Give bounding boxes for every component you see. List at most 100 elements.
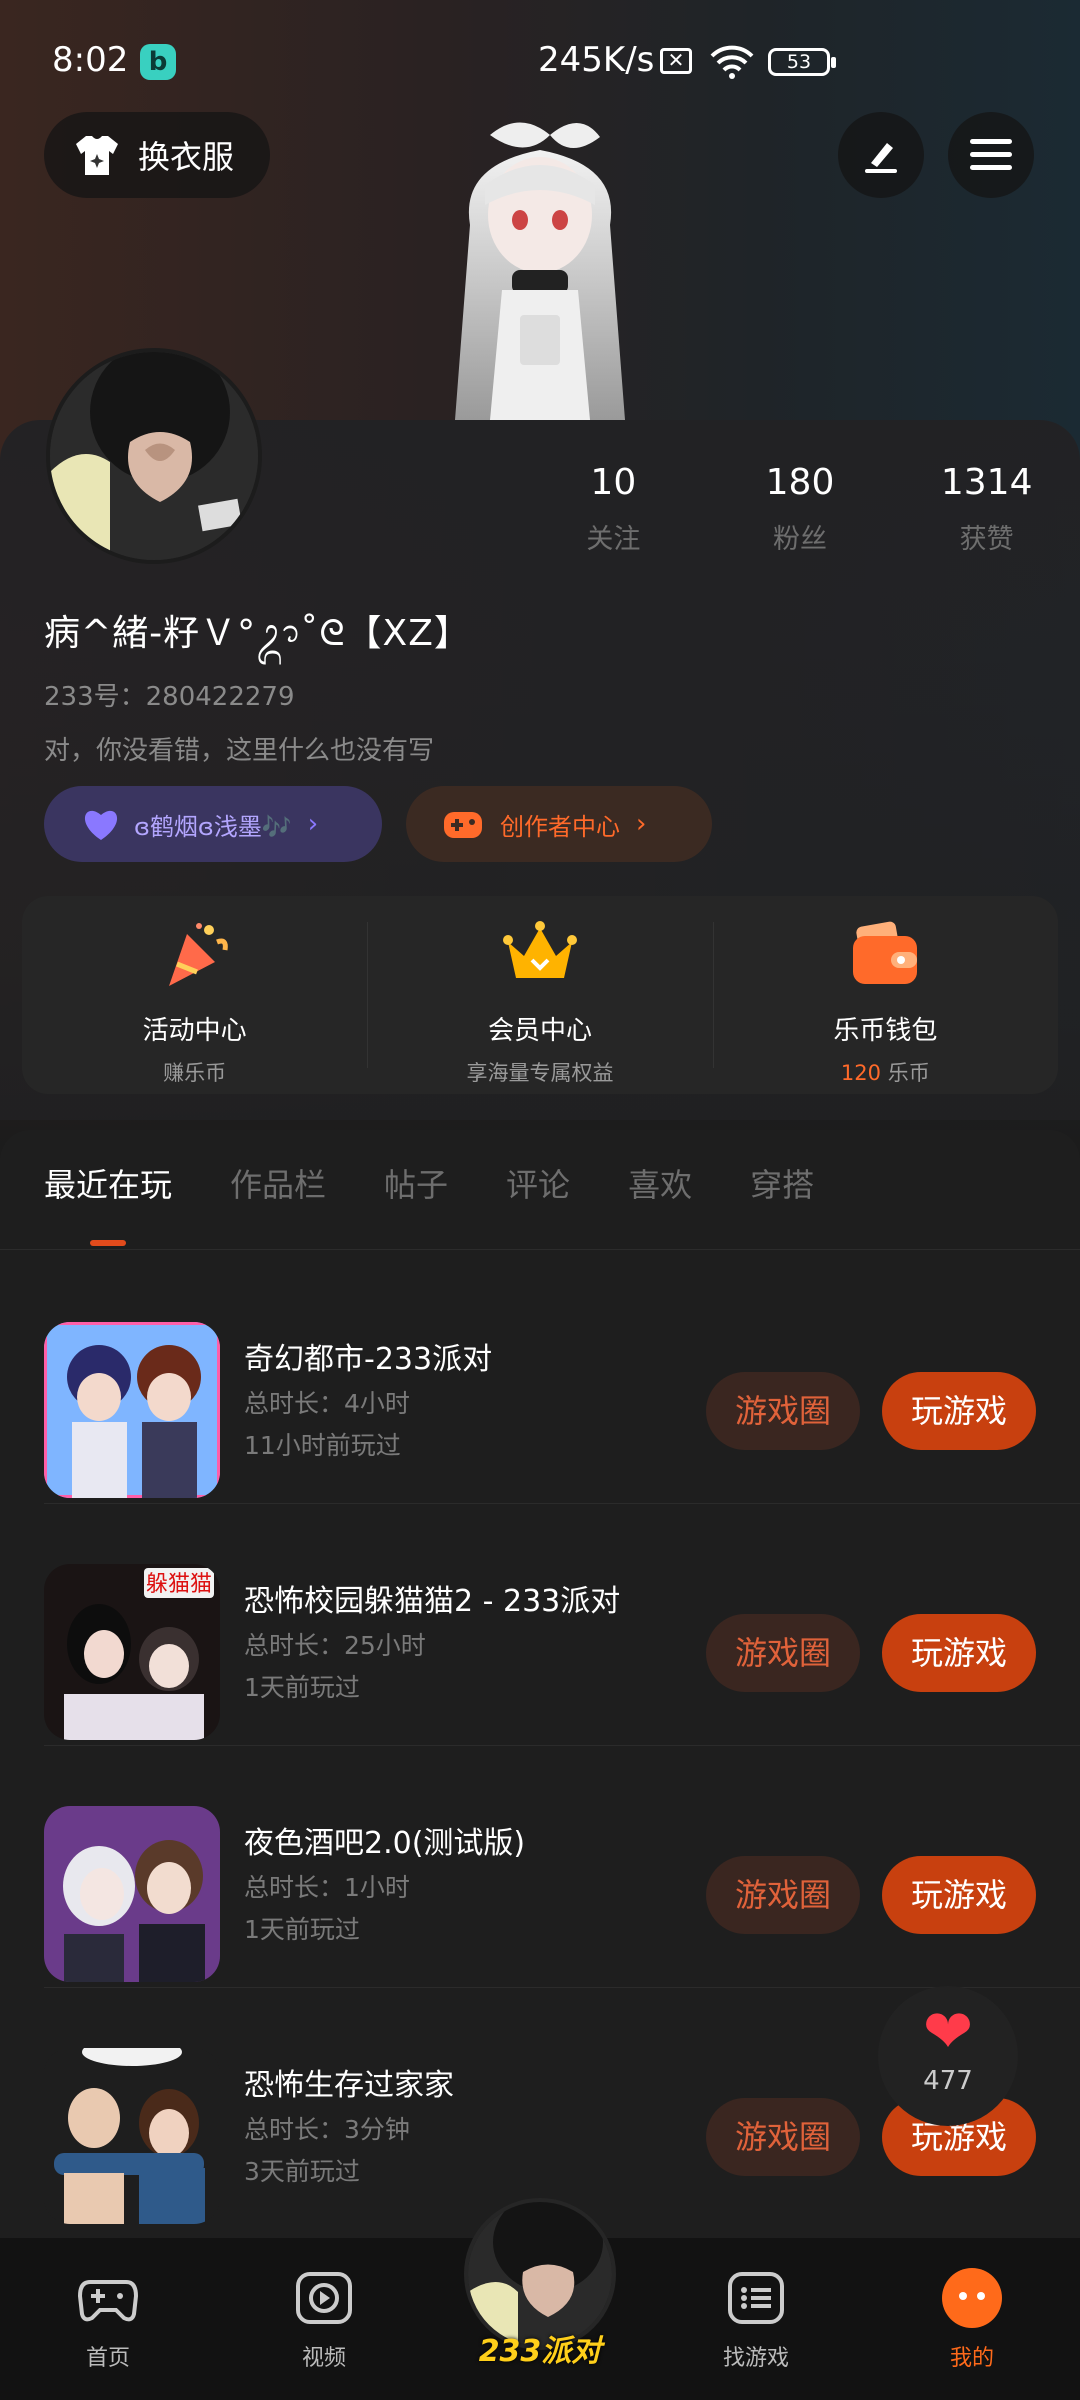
- gamepad-icon: [444, 812, 482, 838]
- stat-followers[interactable]: 180 粉丝: [707, 462, 894, 556]
- list-item[interactable]: 奇幻都市-233派对 总时长：4小时 11小时前玩过 游戏圈 玩游戏: [0, 1262, 1080, 1504]
- profile-stats: 10 关注 180 粉丝 1314 获赞: [520, 462, 1080, 556]
- game-thumbnail: [44, 1322, 220, 1498]
- menu-icon: [970, 139, 1012, 170]
- pen-icon: [865, 143, 897, 173]
- game-thumbnail: [44, 2048, 220, 2224]
- network-speed: 245K/s: [538, 40, 655, 80]
- game-last-played: 1天前玩过: [244, 1915, 360, 1944]
- game-thumbnail: [44, 1806, 220, 1982]
- tab-outfits[interactable]: 穿搭: [750, 1160, 814, 1250]
- avatar-character-figure: [455, 122, 625, 420]
- game-name: 奇幻都市-233派对: [244, 1342, 493, 1377]
- stat-following-label: 关注: [586, 524, 641, 555]
- gamepad-icon: [77, 2280, 139, 2322]
- nav-find-games[interactable]: 找游戏: [696, 2266, 816, 2372]
- battery-icon: 53: [768, 48, 836, 76]
- heart-icon: ❤: [922, 1997, 974, 2067]
- nav-mine[interactable]: 我的: [912, 2266, 1032, 2372]
- floating-like-button[interactable]: ❤ 477: [878, 1986, 1018, 2126]
- chevron-right-icon: ›: [636, 809, 647, 839]
- coin-unit: 乐币: [887, 1061, 930, 1085]
- wifi-icon: [710, 45, 754, 79]
- coin-wallet-sub: 120 乐币: [713, 1057, 1058, 1087]
- game-circle-button[interactable]: 游戏圈: [706, 1372, 860, 1450]
- tabs-divider: [0, 1249, 1080, 1250]
- user-avatar[interactable]: [46, 348, 262, 564]
- shirt-icon: [76, 136, 118, 175]
- game-last-played: 1天前玩过: [244, 1673, 360, 1702]
- play-game-button[interactable]: 玩游戏: [882, 1614, 1036, 1692]
- status-time: 8:02: [52, 40, 129, 80]
- play-game-button[interactable]: 玩游戏: [882, 1856, 1036, 1934]
- play-video-icon: [296, 2272, 352, 2324]
- profile-tabs: 最近在玩 作品栏 帖子 评论 喜欢 穿搭: [0, 1160, 1080, 1250]
- nav-mine-label: 我的: [949, 2346, 994, 2371]
- edit-button[interactable]: [838, 112, 924, 198]
- game-last-played: 3天前玩过: [244, 2157, 360, 2186]
- coin-balance: 120: [840, 1061, 882, 1085]
- list-item[interactable]: 躲猫猫 恐怖校园躲猫猫2 - 233派对 总时长：25小时 1天前玩过 游戏圈 …: [0, 1504, 1080, 1746]
- tab-posts[interactable]: 帖子: [384, 1160, 448, 1250]
- change-outfit-button[interactable]: 换衣服: [44, 112, 270, 198]
- vip-center[interactable]: 会员中心 享海量专属权益: [367, 896, 712, 1094]
- game-thumb-text: 躲猫猫: [146, 1572, 212, 1597]
- stat-following[interactable]: 10 关注: [520, 462, 707, 556]
- game-thumbnail: 躲猫猫: [44, 1564, 220, 1740]
- crown-icon: [502, 921, 577, 978]
- game-name: 恐怖校园躲猫猫2 - 233派对: [244, 1584, 621, 1619]
- play-game-button[interactable]: 玩游戏: [882, 1372, 1036, 1450]
- app-notification-icon: b: [140, 44, 176, 80]
- game-circle-button[interactable]: 游戏圈: [706, 1856, 860, 1934]
- nav-find-games-label: 找游戏: [722, 2346, 789, 2371]
- wallet-icon: [853, 921, 918, 984]
- stat-likes-label: 获赞: [959, 524, 1014, 555]
- nav-party-label: 233派对: [478, 2334, 602, 2369]
- game-last-played: 11小时前玩过: [244, 1431, 401, 1460]
- game-duration: 总时长：25小时: [244, 1631, 426, 1660]
- heart-icon: [84, 810, 118, 840]
- group-chip[interactable]: ɞ鹤烟ɞ浅墨🎶 ›: [44, 786, 382, 862]
- game-duration: 总时长：4小时: [244, 1389, 410, 1418]
- chevron-right-icon: ›: [307, 809, 319, 839]
- no-sim-icon: ✕: [660, 48, 692, 74]
- game-duration: 总时长：3分钟: [244, 2115, 410, 2144]
- party-popper-icon: [168, 923, 228, 986]
- stat-followers-value: 180: [765, 462, 835, 503]
- coin-wallet-label: 乐币钱包: [833, 1016, 938, 1046]
- activity-center[interactable]: 活动中心 赚乐币: [22, 896, 367, 1094]
- change-outfit-label: 换衣服: [138, 138, 235, 176]
- avatar-photo: [50, 352, 258, 560]
- nav-home[interactable]: 首页: [48, 2266, 168, 2372]
- game-circle-button[interactable]: 游戏圈: [706, 2098, 860, 2176]
- tab-works[interactable]: 作品栏: [230, 1160, 326, 1250]
- list-item[interactable]: 夜色酒吧2.0(测试版) 总时长：1小时 1天前玩过 游戏圈 玩游戏: [0, 1746, 1080, 1988]
- nav-video-label: 视频: [301, 2346, 346, 2371]
- group-chip-label: ɞ鹤烟ɞ浅墨🎶: [134, 812, 292, 841]
- tab-comments[interactable]: 评论: [506, 1160, 570, 1250]
- stat-following-value: 10: [590, 462, 637, 503]
- game-circle-button[interactable]: 游戏圈: [706, 1614, 860, 1692]
- game-name: 夜色酒吧2.0(测试版): [244, 1826, 526, 1861]
- tab-likes[interactable]: 喜欢: [628, 1160, 692, 1250]
- stat-likes-value: 1314: [940, 462, 1033, 503]
- vip-center-label: 会员中心: [487, 1016, 592, 1046]
- stat-followers-label: 粉丝: [773, 524, 827, 555]
- activity-center-sub: 赚乐币: [163, 1061, 227, 1085]
- activity-center-label: 活动中心: [142, 1016, 247, 1046]
- user-bio: 对，你没看错，这里什么也没有写: [44, 736, 435, 766]
- creator-center-chip[interactable]: 创作者中心 ›: [406, 786, 712, 862]
- vip-center-sub: 享海量专属权益: [466, 1061, 614, 1085]
- tab-recently-played[interactable]: 最近在玩: [44, 1160, 172, 1250]
- game-name: 恐怖生存过家家: [244, 2068, 454, 2103]
- like-count: 477: [923, 2066, 973, 2096]
- user-id: 233号：280422279: [44, 682, 295, 712]
- nav-video[interactable]: 视频: [264, 2266, 384, 2372]
- smile-face-icon: [942, 2268, 1002, 2328]
- menu-button[interactable]: [948, 112, 1034, 198]
- user-nickname: 病^緒-籽Ｖ°ᬊ˚ᘓ【XZ】: [44, 613, 471, 654]
- stat-likes[interactable]: 1314 获赞: [893, 462, 1080, 556]
- list-icon: [728, 2272, 784, 2324]
- coin-wallet[interactable]: 乐币钱包 120 乐币: [712, 896, 1058, 1094]
- game-duration: 总时长：1小时: [244, 1873, 410, 1902]
